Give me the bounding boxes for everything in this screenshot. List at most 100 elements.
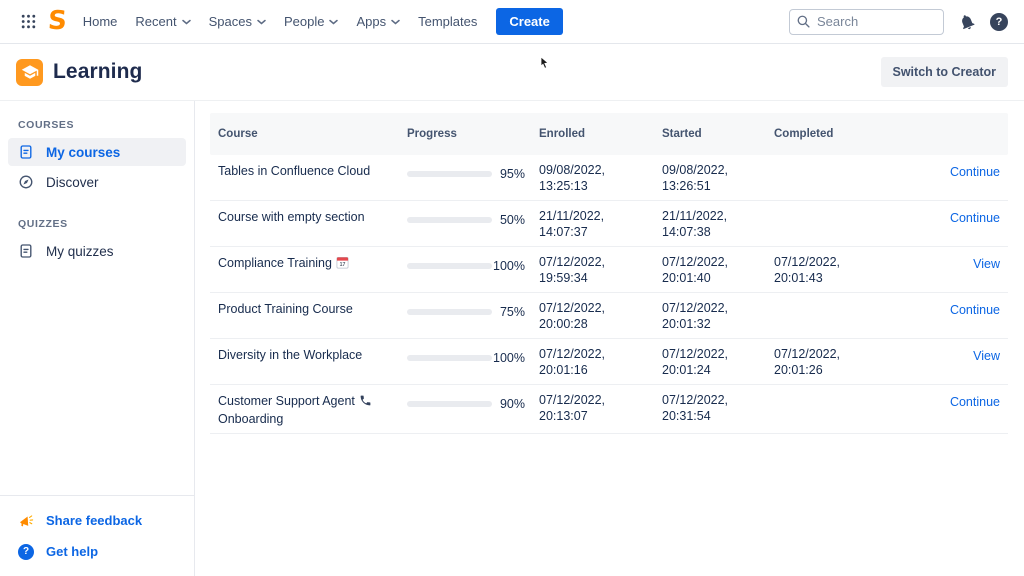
notifications-bell-icon[interactable] [958,13,976,31]
col-header-started: Started [662,128,702,140]
document-icon [18,144,34,160]
progress-percent: 50% [499,213,525,227]
progress-cell: 50% [407,208,539,227]
table-row: Compliance Training 17 100% 07/12/2022, 1… [210,247,1008,293]
completed-cell [774,162,892,163]
switch-to-creator-button[interactable]: Switch to Creator [880,57,1008,87]
sidebar-footer: Share feedback ? Get help [0,495,194,576]
progress-cell: 100% [407,254,539,273]
col-header-progress: Progress [407,128,457,140]
mouse-cursor [540,56,549,69]
calendar-emoji-icon: 17 [336,256,349,273]
sidebar-item-label: Discover [46,174,99,190]
progress-bar [407,355,492,361]
progress-cell: 75% [407,300,539,319]
page-title: Learning [53,60,143,83]
completed-cell [774,392,892,393]
search-box [789,8,944,35]
chevron-down-icon [181,19,191,24]
started-cell: 07/12/2022, 20:01:40 [662,255,729,285]
top-navigation-bar: S Home Recent Spaces People Apps Templat… [0,0,1024,44]
create-button[interactable]: Create [496,8,563,35]
view-link[interactable]: View [973,257,1000,271]
sidebar-item-my-courses[interactable]: My courses [8,138,186,166]
enrolled-cell: 21/11/2022, 14:07:37 [539,209,605,239]
help-icon[interactable]: ? [990,12,1008,31]
course-name: Tables in Confluence Cloud [218,164,371,178]
chevron-down-icon [329,19,339,24]
course-name: Compliance Training 17 [218,254,407,273]
table-row: Customer Support Agent Onboarding 90% 07… [210,385,1008,434]
sidebar-item-label: My quizzes [46,243,114,259]
progress-percent: 75% [499,305,525,319]
enrolled-cell: 07/12/2022, 20:00:28 [539,301,606,331]
sidebar-section-quizzes: QUIZZES [18,218,68,230]
sidebar: COURSES My courses Discover QUIZZES My q… [0,101,195,576]
graduation-cap-icon [21,65,38,79]
table-row: Tables in Confluence Cloud 95% 09/08/202… [210,155,1008,201]
share-feedback-label: Share feedback [46,513,143,528]
nav-item-home[interactable]: Home [74,8,127,35]
course-name: Product Training Course [218,302,353,316]
nav-item-recent[interactable]: Recent [126,8,199,35]
continue-link[interactable]: Continue [950,165,1000,179]
progress-cell: 100% [407,346,539,365]
continue-link[interactable]: Continue [950,211,1000,225]
started-cell: 09/08/2022, 13:26:51 [662,163,729,193]
progress-percent: 100% [493,259,525,273]
share-feedback-link[interactable]: Share feedback [8,506,186,535]
get-help-label: Get help [46,544,99,559]
started-cell: 07/12/2022, 20:01:24 [662,347,729,377]
progress-bar [407,217,492,223]
help-circle-icon: ? [18,543,34,560]
col-header-completed: Completed [774,128,834,140]
completed-cell [774,300,892,301]
nav-item-apps[interactable]: Apps [347,8,409,35]
course-name: Customer Support Agent Onboarding [218,392,407,427]
course-name: Diversity in the Workplace [218,348,363,362]
product-logo[interactable]: S [47,6,67,36]
enrolled-cell: 09/08/2022, 13:25:13 [539,163,606,193]
sidebar-item-discover[interactable]: Discover [8,168,186,196]
app-header: Learning Switch to Creator [0,44,1024,101]
enrolled-cell: 07/12/2022, 19:59:34 [539,255,606,285]
view-link[interactable]: View [973,349,1000,363]
chevron-down-icon [257,19,266,24]
learning-app-icon [16,58,43,86]
sidebar-section-courses: COURSES [18,119,75,131]
completed-cell: 07/12/2022, 20:01:26 [774,347,841,377]
sidebar-item-my-quizzes[interactable]: My quizzes [8,237,186,265]
progress-percent: 100% [493,351,525,365]
completed-cell [774,208,892,209]
search-input[interactable] [789,8,944,35]
started-cell: 07/12/2022, 20:31:54 [662,393,729,423]
table-row: Product Training Course 75% 07/12/2022, 2… [210,293,1008,339]
progress-bar [407,171,492,177]
table-row: Diversity in the Workplace 100% 07/12/20… [210,339,1008,385]
nav-item-people[interactable]: People [275,8,347,35]
col-header-course: Course [218,128,258,140]
sidebar-item-label: My courses [46,144,121,160]
progress-percent: 90% [499,397,525,411]
progress-bar [407,263,492,269]
nav-item-templates[interactable]: Templates [409,8,486,35]
completed-cell: 07/12/2022, 20:01:43 [774,255,841,285]
enrolled-cell: 07/12/2022, 20:13:07 [539,393,606,423]
chevron-down-icon [391,19,400,24]
nav-item-spaces[interactable]: Spaces [200,8,275,35]
started-cell: 07/12/2022, 20:01:32 [662,301,729,331]
continue-link[interactable]: Continue [950,303,1000,317]
phone-emoji-icon [359,394,372,411]
courses-table: Course Progress Enrolled Started Complet… [195,101,1024,576]
progress-cell: 90% [407,392,539,411]
progress-bar [407,309,492,315]
continue-link[interactable]: Continue [950,395,1000,409]
course-name: Course with empty section [218,210,365,224]
app-switcher-grid-icon[interactable] [14,8,42,36]
get-help-link[interactable]: ? Get help [8,537,186,566]
megaphone-icon [18,513,34,529]
document-icon [18,243,34,259]
svg-text:17: 17 [340,262,346,268]
progress-bar [407,401,492,407]
progress-percent: 95% [499,167,525,181]
